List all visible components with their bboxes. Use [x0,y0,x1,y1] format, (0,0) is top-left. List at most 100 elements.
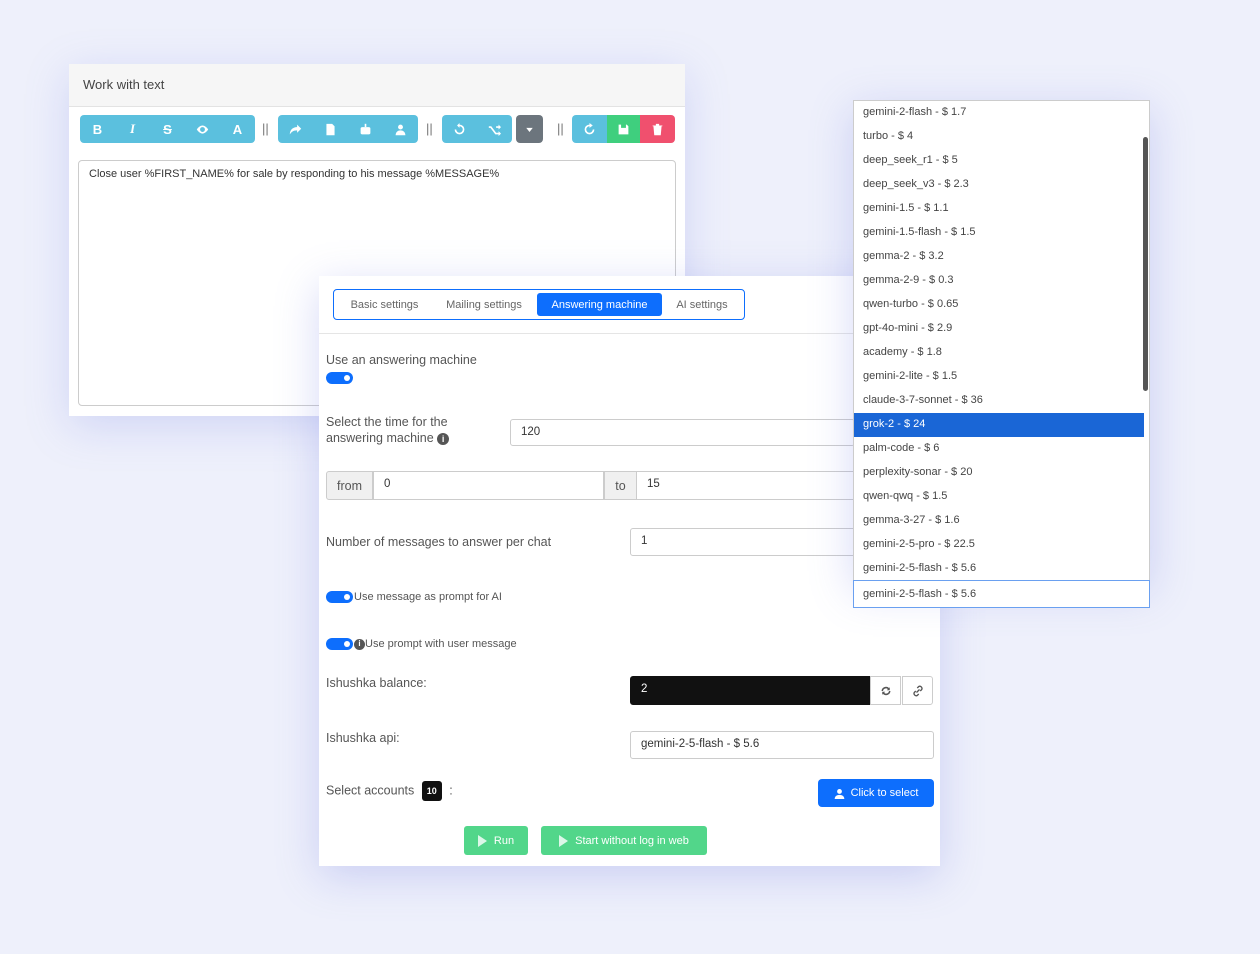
user-icon [834,788,844,799]
api-option[interactable]: palm-code - $ 6 [854,437,1144,461]
use-prompt-with-user-message-label: i Use prompt with user message [354,636,517,652]
use-prompt-with-user-message-toggle[interactable] [326,638,353,650]
run-button[interactable]: Run [464,826,528,855]
dropdown-scrollbar[interactable] [1143,137,1148,391]
api-select[interactable]: gemini-2-5-flash - $ 5.6 [630,731,934,759]
save-button[interactable] [607,115,640,143]
api-option[interactable]: gemini-1.5 - $ 1.1 [854,197,1144,221]
toolbar-separator: || [262,121,269,136]
select-accounts-colon: : [449,783,453,798]
api-option[interactable]: qwen-turbo - $ 0.65 [854,293,1144,317]
api-option[interactable]: gemma-2 - $ 3.2 [854,245,1144,269]
tab-ai-settings[interactable]: AI settings [666,293,738,316]
click-to-select-label: Click to select [850,787,919,799]
use-answering-machine-toggle[interactable] [326,372,353,384]
api-option[interactable]: gemini-2-lite - $ 1.5 [854,365,1144,389]
api-option[interactable]: gemini-2-5-flash - $ 5.6 [854,557,1144,580]
font-icon: A [232,121,243,137]
api-option[interactable]: grok-2 - $ 24 [854,413,1144,437]
balance-link-button[interactable] [902,676,933,705]
api-option[interactable]: gemma-2-9 - $ 0.3 [854,269,1144,293]
use-prompt-with-user-message-text: Use prompt with user message [365,638,517,650]
share-icon [289,124,302,134]
api-label: Ishushka api: [326,731,400,745]
robot-icon [360,123,371,134]
balance-label: Ishushka balance: [326,676,427,690]
use-message-as-prompt-toggle[interactable] [326,591,353,603]
play-icon [477,834,487,847]
balance-value: 2 [630,676,870,705]
api-option[interactable]: perplexity-sonar - $ 20 [854,461,1144,485]
play-icon [559,834,569,847]
start-without-log-label: Start without log in web [575,834,689,847]
tab-answering-machine[interactable]: Answering machine [537,293,662,316]
messages-per-chat-input[interactable]: 1 [630,528,856,556]
delete-button[interactable] [640,115,675,143]
strikethrough-button[interactable]: S [150,115,185,143]
robot-button[interactable] [348,115,383,143]
select-accounts-label: Select accounts 10 : [326,781,453,801]
user-secret-button[interactable] [383,115,418,143]
bold-button[interactable]: B [80,115,115,143]
shuffle-button[interactable] [477,115,512,143]
info-icon[interactable]: i [437,432,450,445]
accounts-count-badge: 10 [421,781,442,801]
api-option[interactable]: qwen-qwq - $ 1.5 [854,485,1144,509]
refresh-button[interactable] [572,115,607,143]
caret-down-icon [526,127,533,132]
tab-mailing-settings[interactable]: Mailing settings [434,293,534,316]
toolbar-separator: || [426,121,433,136]
share-button[interactable] [278,115,313,143]
work-with-text-title: Work with text [69,64,685,107]
api-option[interactable]: academy - $ 1.8 [854,341,1144,365]
tab-basic-settings[interactable]: Basic settings [339,293,430,316]
redo-icon [584,122,595,134]
api-option[interactable]: gpt-4o-mini - $ 2.9 [854,317,1144,341]
from-addon: from [326,471,373,500]
select-accounts-text: Select accounts [326,783,415,798]
refresh-balance-button[interactable] [870,676,901,705]
api-option[interactable]: gemma-3-27 - $ 1.6 [854,509,1144,533]
start-without-log-button[interactable]: Start without log in web [541,826,707,855]
font-button[interactable]: A [220,115,255,143]
history-icon [454,122,465,134]
api-option[interactable]: gemini-2-flash - $ 1.7 [854,101,1144,125]
tabs-divider [319,333,940,334]
click-to-select-button[interactable]: Click to select [818,779,934,807]
api-option[interactable]: claude-3-7-sonnet - $ 36 [854,389,1144,413]
select-time-label: Select the time for the answering machin… [326,414,466,446]
api-dropdown-selected[interactable]: gemini-2-5-flash - $ 5.6 [853,580,1150,608]
preview-button[interactable] [185,115,220,143]
select-time-label-text: Select the time for the answering machin… [326,415,448,445]
use-answering-machine-label: Use an answering machine [326,353,477,367]
api-option[interactable]: turbo - $ 4 [854,125,1144,149]
save-icon [618,124,629,134]
file-button[interactable] [313,115,348,143]
settings-panel: Basic settings Mailing settings Answerin… [319,276,940,866]
file-icon [326,123,335,135]
api-option[interactable]: gemini-2-5-pro - $ 22.5 [854,533,1144,557]
bold-icon: B [92,121,103,137]
link-icon [912,685,923,696]
eye-icon [196,124,209,134]
api-dropdown-list: gemini-2-flash - $ 1.7 turbo - $ 4 deep_se… [853,100,1150,581]
from-input[interactable]: 0 [373,471,604,500]
api-option[interactable]: gemini-1.5-flash - $ 1.5 [854,221,1144,245]
strikethrough-icon: S [163,121,172,137]
api-option[interactable]: deep_seek_r1 - $ 5 [854,149,1144,173]
api-option[interactable]: deep_seek_v3 - $ 2.3 [854,173,1144,197]
refresh-icon [881,686,890,695]
info-icon[interactable]: i [354,638,365,650]
italic-button[interactable]: I [115,115,150,143]
italic-icon: I [129,121,136,136]
to-addon: to [604,471,637,500]
answering-time-input[interactable]: 120 [510,419,855,446]
run-label: Run [493,834,515,847]
messages-per-chat-label: Number of messages to answer per chat [326,535,552,549]
shuffle-icon [488,124,501,136]
dropdown-toggle-button[interactable] [516,115,543,143]
to-input[interactable]: 15 [636,471,856,500]
use-message-as-prompt-label: Use message as prompt for AI [354,591,502,603]
history-button[interactable] [442,115,477,143]
toolbar-separator: || [557,121,564,136]
